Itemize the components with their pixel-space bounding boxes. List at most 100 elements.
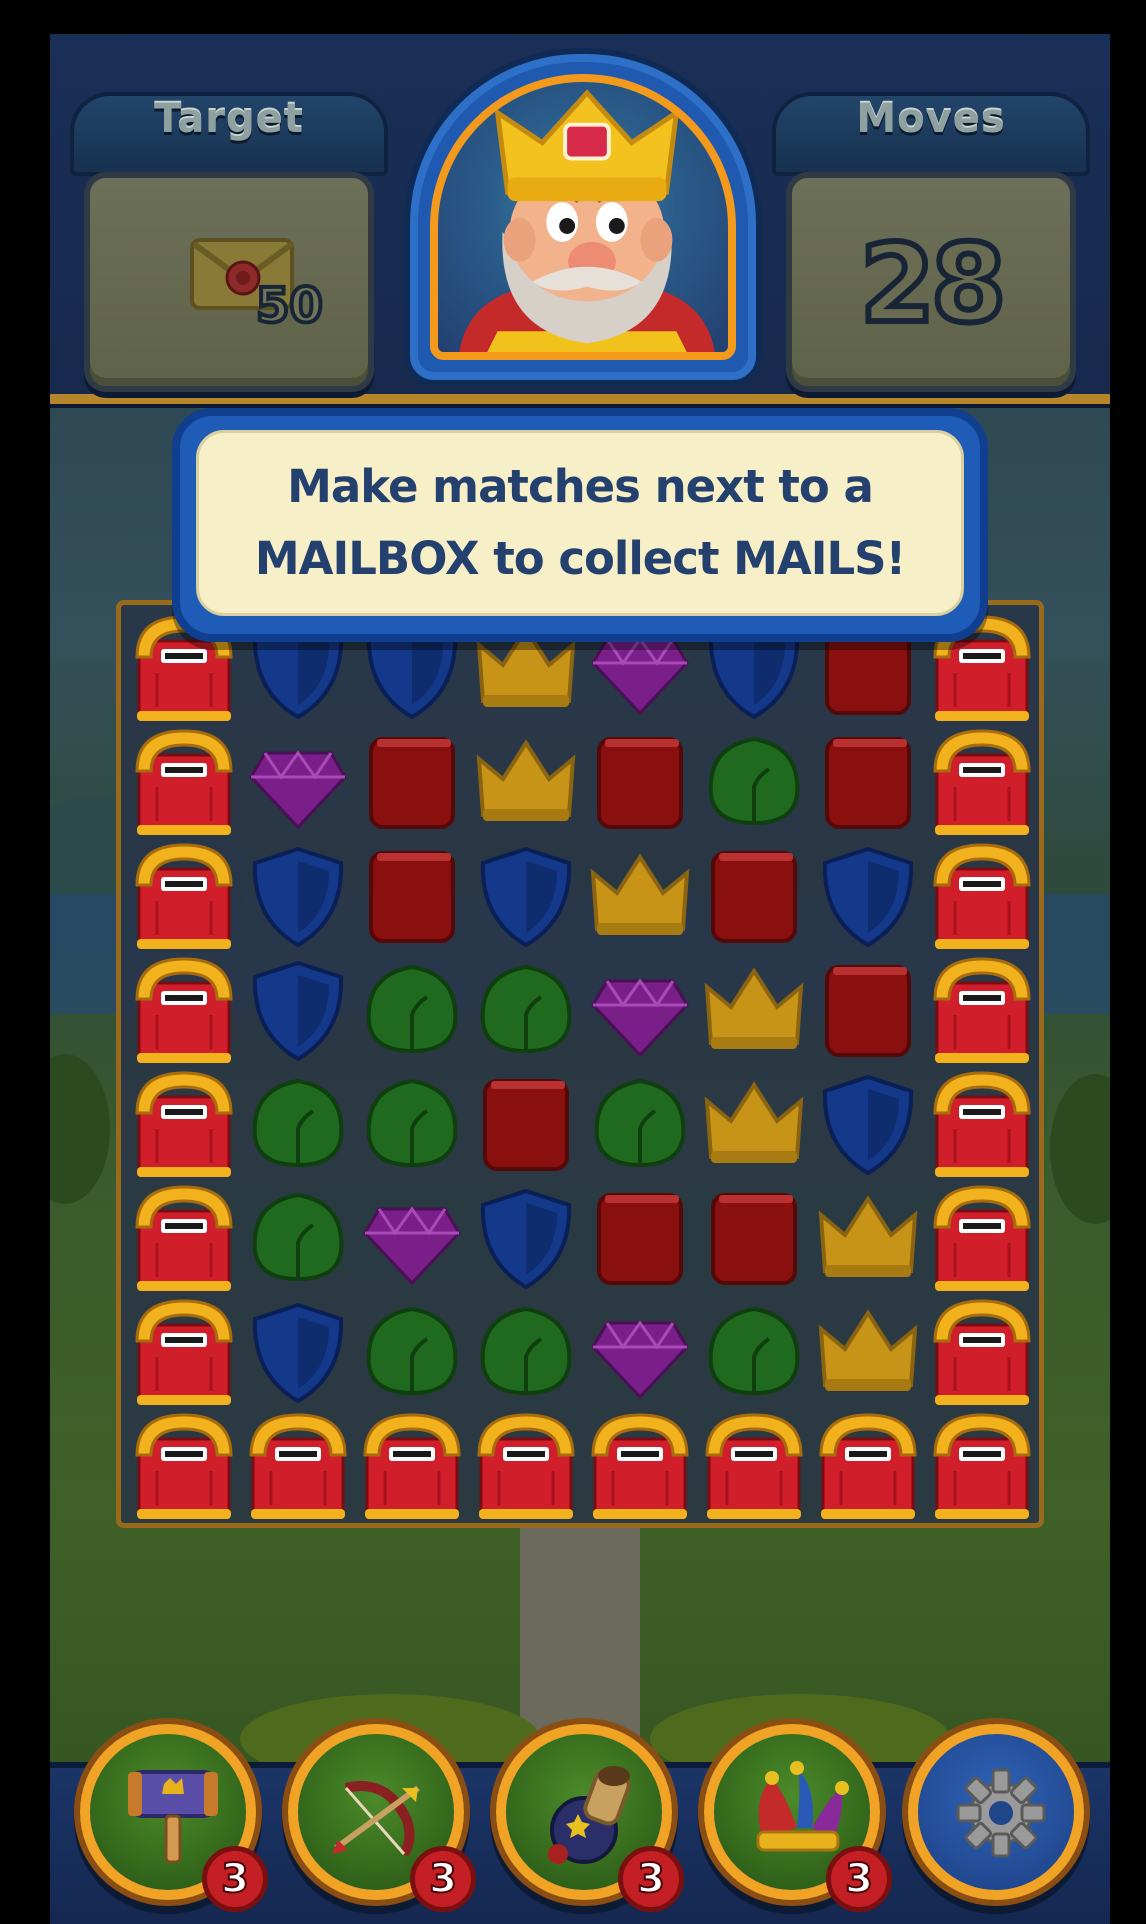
booster-cannon-button[interactable]: 3 <box>496 1724 684 1912</box>
mailbox-icon <box>135 1071 233 1177</box>
board-tile-blue-shield[interactable] <box>241 839 355 953</box>
board-tile-blue-shield[interactable] <box>469 1181 583 1295</box>
tutorial-line-1: Make matches next to a <box>287 460 874 513</box>
moves-panel: Moves 28 <box>772 62 1090 402</box>
hammer-icon <box>128 1770 218 1864</box>
board-tile-red-book[interactable] <box>355 725 469 839</box>
target-count: 50 <box>254 276 325 336</box>
mailbox-icon <box>135 1413 233 1519</box>
board-tile-green-leaf[interactable] <box>697 1295 811 1409</box>
board-tile-green-leaf[interactable] <box>355 953 469 1067</box>
tutorial-text-box: Make matches next to a MAILBOX to collec… <box>196 430 964 616</box>
yellow-crown-icon <box>818 1195 918 1277</box>
green-leaf-icon <box>252 1192 344 1282</box>
blue-shield-icon <box>252 846 344 948</box>
board-tile-red-book[interactable] <box>583 725 697 839</box>
mailbox-icon <box>933 843 1031 949</box>
board-tile-red-book[interactable] <box>697 1181 811 1295</box>
red-book-icon <box>369 851 455 943</box>
board-tile-green-leaf[interactable] <box>583 1067 697 1181</box>
board-tile-green-leaf[interactable] <box>469 1295 583 1409</box>
target-label: Target <box>154 96 304 142</box>
board-tile-blue-shield[interactable] <box>469 839 583 953</box>
board-tile-yellow-crown[interactable] <box>811 1181 925 1295</box>
board-tile-purple-gem[interactable] <box>355 1181 469 1295</box>
board-tile-mailbox[interactable] <box>241 1409 355 1523</box>
mailbox-icon <box>135 729 233 835</box>
board-tile-yellow-crown[interactable] <box>811 1295 925 1409</box>
board-tile-mailbox[interactable] <box>925 1181 1039 1295</box>
board-tile-mailbox[interactable] <box>127 1295 241 1409</box>
game-board[interactable] <box>116 600 1044 1528</box>
board-tile-mailbox[interactable] <box>127 725 241 839</box>
board-tile-mailbox[interactable] <box>355 1409 469 1523</box>
blue-shield-icon <box>480 846 572 948</box>
settings-button[interactable] <box>908 1724 1084 1900</box>
booster-jester-button[interactable]: 3 <box>704 1724 892 1912</box>
board-tile-blue-shield[interactable] <box>811 1067 925 1181</box>
board-tile-mailbox[interactable] <box>925 1409 1039 1523</box>
target-panel: Target 50 <box>70 62 388 402</box>
bow-arrow-icon <box>332 1781 420 1857</box>
mailbox-icon <box>591 1413 689 1519</box>
board-tile-mailbox[interactable] <box>925 1067 1039 1181</box>
board-tile-red-book[interactable] <box>697 839 811 953</box>
tutorial-bubble[interactable]: Make matches next to a MAILBOX to collec… <box>172 408 988 642</box>
board-tile-mailbox[interactable] <box>811 1409 925 1523</box>
board-tile-green-leaf[interactable] <box>469 953 583 1067</box>
board-tile-mailbox[interactable] <box>925 839 1039 953</box>
yellow-crown-icon <box>818 1309 918 1391</box>
board-tile-purple-gem[interactable] <box>241 725 355 839</box>
mailbox-icon <box>933 1071 1031 1177</box>
red-book-icon <box>825 965 911 1057</box>
green-leaf-icon <box>480 964 572 1054</box>
green-leaf-icon <box>708 1306 800 1396</box>
mailbox-icon <box>705 1413 803 1519</box>
board-tile-red-book[interactable] <box>355 839 469 953</box>
board-tile-blue-shield[interactable] <box>241 1295 355 1409</box>
board-tile-mailbox[interactable] <box>127 1181 241 1295</box>
board-tile-mailbox[interactable] <box>925 725 1039 839</box>
red-book-icon <box>597 737 683 829</box>
board-tile-mailbox[interactable] <box>127 1067 241 1181</box>
board-tile-blue-shield[interactable] <box>241 953 355 1067</box>
board-tile-red-book[interactable] <box>811 725 925 839</box>
board-tile-red-book[interactable] <box>811 953 925 1067</box>
board-tile-purple-gem[interactable] <box>583 953 697 1067</box>
jester-hat-icon <box>756 1761 849 1852</box>
board-tile-mailbox[interactable] <box>583 1409 697 1523</box>
board-tile-green-leaf[interactable] <box>697 725 811 839</box>
board-tile-purple-gem[interactable] <box>583 1295 697 1409</box>
board-tile-yellow-crown[interactable] <box>697 1067 811 1181</box>
board-tile-mailbox[interactable] <box>925 953 1039 1067</box>
board-tile-mailbox[interactable] <box>469 1409 583 1523</box>
board-tile-green-leaf[interactable] <box>241 1067 355 1181</box>
booster-hammer-button[interactable]: 3 <box>80 1724 268 1912</box>
board-tile-blue-shield[interactable] <box>811 839 925 953</box>
king-avatar <box>459 89 715 352</box>
board-tile-green-leaf[interactable] <box>355 1067 469 1181</box>
red-book-icon <box>483 1079 569 1171</box>
board-tile-mailbox[interactable] <box>127 953 241 1067</box>
board-tile-red-book[interactable] <box>469 1067 583 1181</box>
board-tile-green-leaf[interactable] <box>241 1181 355 1295</box>
level-header: Target 50 Moves 28 <box>50 34 1110 404</box>
scenery-tree-right <box>1050 1074 1110 1224</box>
board-tile-green-leaf[interactable] <box>355 1295 469 1409</box>
board-tile-mailbox[interactable] <box>697 1409 811 1523</box>
moves-value: 28 <box>857 219 1009 350</box>
booster-arrow-button[interactable]: 3 <box>288 1724 476 1912</box>
mailbox-icon <box>249 1413 347 1519</box>
board-tile-red-book[interactable] <box>583 1181 697 1295</box>
board-tile-mailbox[interactable] <box>925 1295 1039 1409</box>
king-portrait <box>430 74 736 360</box>
board-tile-yellow-crown[interactable] <box>583 839 697 953</box>
green-leaf-icon <box>252 1078 344 1168</box>
red-book-icon <box>711 1193 797 1285</box>
board-tile-mailbox[interactable] <box>127 839 241 953</box>
board-tile-yellow-crown[interactable] <box>469 725 583 839</box>
green-leaf-icon <box>366 1306 458 1396</box>
red-book-icon <box>597 1193 683 1285</box>
board-tile-mailbox[interactable] <box>127 1409 241 1523</box>
board-tile-yellow-crown[interactable] <box>697 953 811 1067</box>
